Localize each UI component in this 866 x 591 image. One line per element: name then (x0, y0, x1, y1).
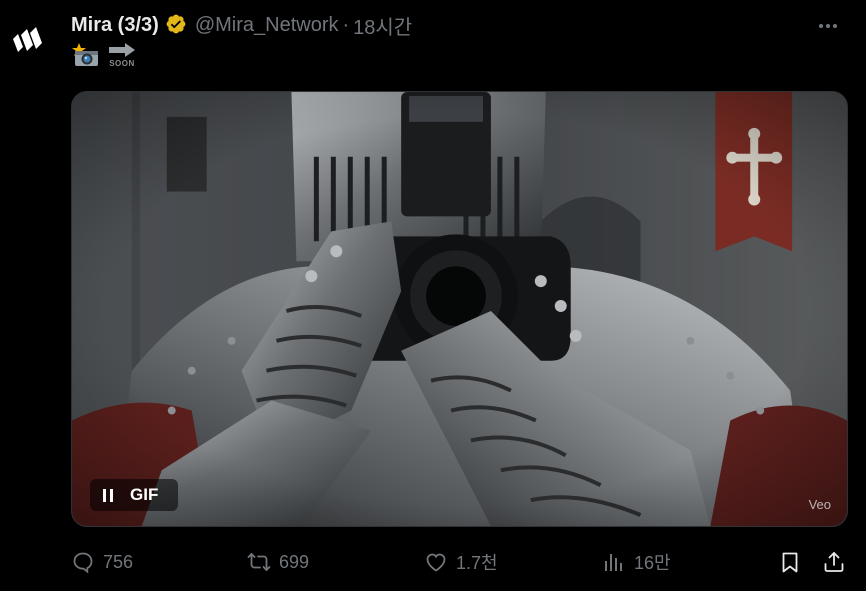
tweet-text: SOON (72, 42, 136, 68)
pause-bar (110, 488, 113, 502)
reply-icon (73, 552, 93, 574)
views-button[interactable]: 16만 (602, 549, 671, 575)
pause-icon[interactable] (98, 485, 118, 505)
separator-dot: · (342, 13, 350, 36)
heart-icon (426, 553, 446, 572)
avatar[interactable] (8, 20, 48, 60)
repost-icon (247, 553, 271, 571)
verified-badge-icon[interactable] (165, 13, 189, 37)
like-count: 1.7천 (456, 553, 498, 573)
repost-button[interactable]: 699 (247, 550, 309, 574)
more-options-button[interactable] (814, 14, 842, 38)
mira-logo-icon (13, 27, 42, 52)
author-handle[interactable]: @Mira_Network (195, 14, 339, 37)
knight-with-camera-scene (72, 92, 847, 526)
reply-count: 756 (103, 551, 134, 572)
bookmark-icon (782, 552, 798, 573)
more-dot (833, 24, 837, 28)
more-dot (819, 24, 823, 28)
tweet-actions: 756 699 1.7천 16만 (71, 546, 848, 578)
share-button[interactable] (822, 550, 846, 574)
gif-controls: GIF (90, 479, 178, 511)
camera-with-flash-icon (72, 43, 98, 66)
gif-label: GIF (130, 485, 159, 504)
display-name[interactable]: Mira (3/3) (71, 14, 159, 37)
media-gif-container[interactable]: GIF Veo (71, 91, 848, 527)
share-icon (824, 552, 844, 572)
tweet-header: Mira (3/3) @Mira_Network · 18시간 (71, 11, 412, 39)
like-button[interactable]: 1.7천 (424, 549, 498, 575)
soon-text: SOON (109, 59, 135, 68)
repost-count: 699 (279, 551, 310, 572)
views-count: 16만 (634, 553, 671, 573)
veo-watermark: Veo (808, 497, 831, 512)
reply-button[interactable]: 756 (71, 550, 133, 574)
soon-arrow-group: SOON (108, 42, 136, 68)
bookmark-button[interactable] (778, 550, 802, 574)
views-chart-icon (605, 554, 622, 571)
more-dot (826, 24, 830, 28)
soon-arrow-icon (109, 43, 135, 57)
pause-bar (103, 488, 106, 502)
tweet-timestamp[interactable]: 18시간 (353, 11, 412, 40)
